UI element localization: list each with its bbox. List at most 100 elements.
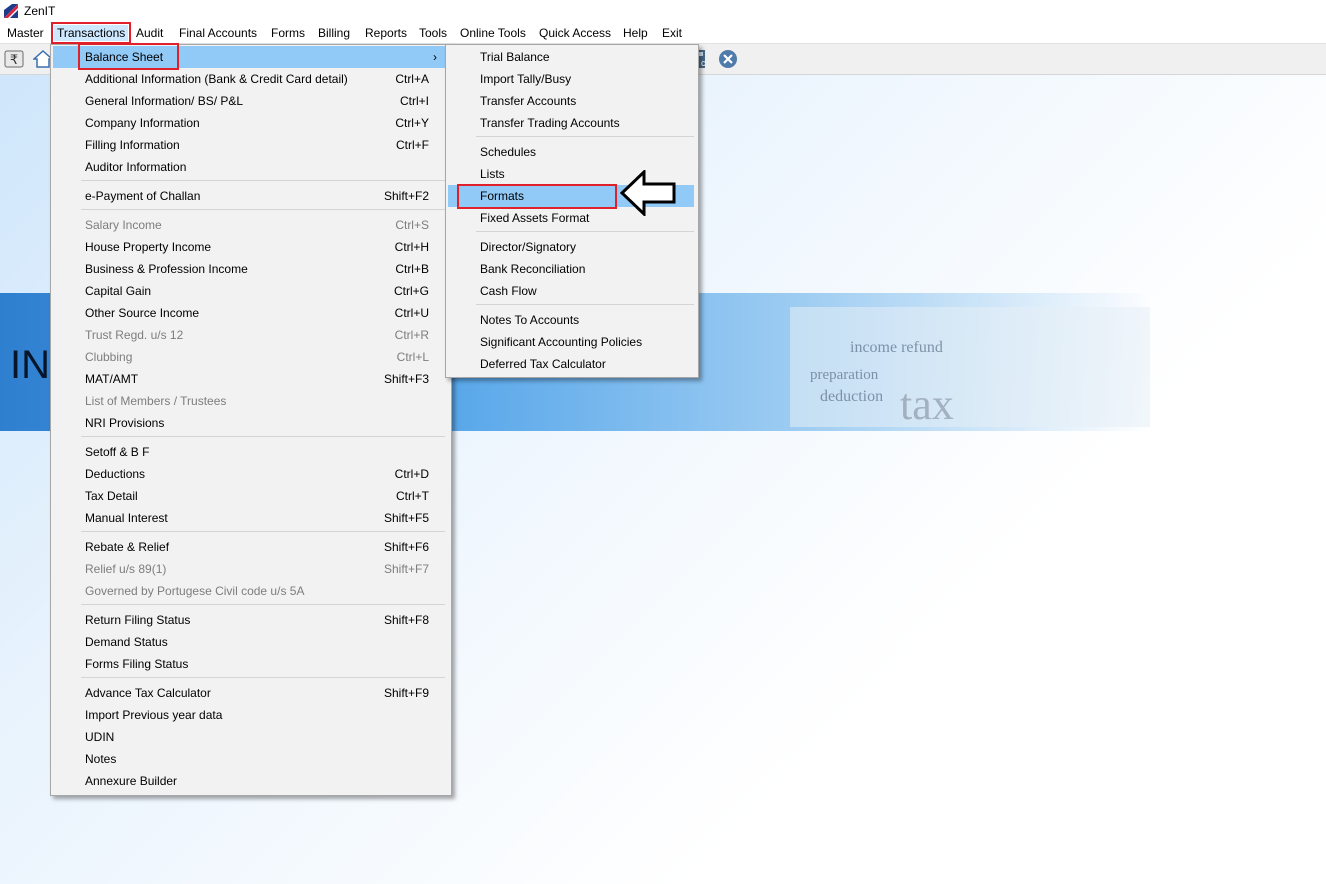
menu-item-additional-information-bank-credit-card-detail[interactable]: Additional Information (Bank & Credit Ca… [53,68,447,90]
menu-item-e-payment-of-challan[interactable]: e-Payment of Challan Shift+F2 [53,185,447,207]
menu-separator [81,436,445,437]
menu-item-trust-regd-u-s-12[interactable]: Trust Regd. u/s 12 Ctrl+R [53,324,447,346]
menu-item-label: Additional Information (Bank & Credit Ca… [85,72,348,86]
svg-text:income refund: income refund [850,339,943,356]
close-icon[interactable] [718,49,738,69]
menu-item-return-filing-status[interactable]: Return Filing Status Shift+F8 [53,609,447,631]
menu-item-label: Notes [85,752,117,766]
submenu-item-director-signatory[interactable]: Director/Signatory [448,236,694,258]
menu-item-house-property-income[interactable]: House Property Income Ctrl+H [53,236,447,258]
menu-item-forms-filing-status[interactable]: Forms Filing Status [53,653,447,675]
menu-item-clubbing[interactable]: Clubbing Ctrl+L [53,346,447,368]
submenu-item-significant-accounting-policies[interactable]: Significant Accounting Policies [448,331,694,353]
menu-separator [81,531,445,532]
menu-item-label: UDIN [85,730,115,744]
menu-item-annexure-builder[interactable]: Annexure Builder [53,770,447,792]
menu-transactions[interactable]: Transactions [50,22,132,44]
menu-item-tax-detail[interactable]: Tax Detail Ctrl+T [53,485,447,507]
menu-item-business-profession-income[interactable]: Business & Profession Income Ctrl+B [53,258,447,280]
menu-exit[interactable]: Exit [662,25,682,41]
menu-audit[interactable]: Audit [136,25,163,41]
submenu-item-notes-to-accounts[interactable]: Notes To Accounts [448,309,694,331]
menu-item-shortcut: Ctrl+Y [395,116,429,130]
menu-separator [476,304,694,305]
menu-item-general-information-bs-p-l[interactable]: General Information/ BS/ P&L Ctrl+I [53,90,447,112]
annotation-box-balance-sheet [78,43,179,70]
menu-quick-access[interactable]: Quick Access [539,25,611,41]
menu-item-label: Capital Gain [85,284,152,298]
menu-item-label: NRI Provisions [85,416,165,430]
menu-online-tools[interactable]: Online Tools [460,25,526,41]
menu-item-label: Return Filing Status [85,613,191,627]
submenu-item-label: Transfer Trading Accounts [480,116,620,130]
menu-item-company-information[interactable]: Company Information Ctrl+Y [53,112,447,134]
submenu-item-bank-reconciliation[interactable]: Bank Reconciliation [448,258,694,280]
menu-item-auditor-information[interactable]: Auditor Information [53,156,447,178]
submenu-item-label: Notes To Accounts [480,313,580,327]
svg-text:preparation: preparation [810,367,879,383]
menu-item-setoff-b-f[interactable]: Setoff & B F [53,441,447,463]
menu-billing[interactable]: Billing [318,25,350,41]
menu-item-label: Other Source Income [85,306,200,320]
submenu-item-schedules[interactable]: Schedules [448,141,694,163]
submenu-item-cash-flow[interactable]: Cash Flow [448,280,694,302]
menu-item-label: Auditor Information [85,160,187,174]
submenu-item-label: Transfer Accounts [480,94,577,108]
menu-item-governed-by-portugese-civil-code-u-s-5a[interactable]: Governed by Portugese Civil code u/s 5A [53,580,447,602]
menu-item-relief-u-s-89-1[interactable]: Relief u/s 89(1) Shift+F7 [53,558,447,580]
tax-words-graphic: income refund preparation deduction tax [790,307,1150,427]
menu-item-shortcut: Ctrl+G [393,284,429,298]
rupee-icon[interactable]: ₹ [4,49,24,69]
menu-item-label: Rebate & Relief [85,540,170,554]
menu-item-advance-tax-calculator[interactable]: Advance Tax Calculator Shift+F9 [53,682,447,704]
menu-forms[interactable]: Forms [271,25,305,41]
menu-item-label: Trust Regd. u/s 12 [85,328,184,342]
menu-item-label: Import Previous year data [85,708,223,722]
menu-final-accounts[interactable]: Final Accounts [179,25,257,41]
menu-tools[interactable]: Tools [419,25,447,41]
menu-item-shortcut: Ctrl+R [394,328,429,342]
submenu-item-import-tally-busy[interactable]: Import Tally/Busy [448,68,694,90]
menu-item-import-previous-year-data[interactable]: Import Previous year data [53,704,447,726]
menu-reports[interactable]: Reports [365,25,407,41]
menu-item-list-of-members-trustees[interactable]: List of Members / Trustees [53,390,447,412]
menu-item-udin[interactable]: UDIN [53,726,447,748]
window-title: ZenIT [24,4,56,18]
menu-item-salary-income[interactable]: Salary Income Ctrl+S [53,214,447,236]
menu-item-other-source-income[interactable]: Other Source Income Ctrl+U [53,302,447,324]
menu-separator [81,180,445,181]
svg-text:deduction: deduction [820,388,883,405]
menu-item-label: Salary Income [85,218,162,232]
menu-item-notes[interactable]: Notes [53,748,447,770]
menu-item-demand-status[interactable]: Demand Status [53,631,447,653]
submenu-item-label: Deferred Tax Calculator [480,357,606,371]
menu-item-mat-amt[interactable]: MAT/AMT Shift+F3 [53,368,447,390]
submenu-arrow-icon: › [433,50,437,64]
menu-item-capital-gain[interactable]: Capital Gain Ctrl+G [53,280,447,302]
menu-item-rebate-relief[interactable]: Rebate & Relief Shift+F6 [53,536,447,558]
submenu-item-transfer-trading-accounts[interactable]: Transfer Trading Accounts [448,112,694,134]
submenu-item-trial-balance[interactable]: Trial Balance [448,46,694,68]
submenu-item-label: Lists [480,167,505,181]
menu-item-label: Filling Information [85,138,180,152]
menu-item-filling-information[interactable]: Filling Information Ctrl+F [53,134,447,156]
menu-item-manual-interest[interactable]: Manual Interest Shift+F5 [53,507,447,529]
menu-item-nri-provisions[interactable]: NRI Provisions [53,412,447,434]
menu-item-label: Manual Interest [85,511,168,525]
menu-separator [476,231,694,232]
menu-item-label: Relief u/s 89(1) [85,562,167,576]
menu-item-deductions[interactable]: Deductions Ctrl+D [53,463,447,485]
submenu-item-transfer-accounts[interactable]: Transfer Accounts [448,90,694,112]
submenu-item-deferred-tax-calculator[interactable]: Deferred Tax Calculator [448,353,694,375]
menu-item-label: Business & Profession Income [85,262,248,276]
menu-help[interactable]: Help [623,25,648,41]
menu-separator [476,136,694,137]
menu-item-label: MAT/AMT [85,372,139,386]
menu-item-shortcut: Ctrl+T [396,489,429,503]
svg-text:c: c [701,58,706,68]
menu-item-shortcut: Shift+F8 [383,613,429,627]
submenu-item-label: Trial Balance [480,50,550,64]
menu-master[interactable]: Master [7,25,44,41]
menu-separator [81,677,445,678]
menu-item-label: House Property Income [85,240,212,254]
